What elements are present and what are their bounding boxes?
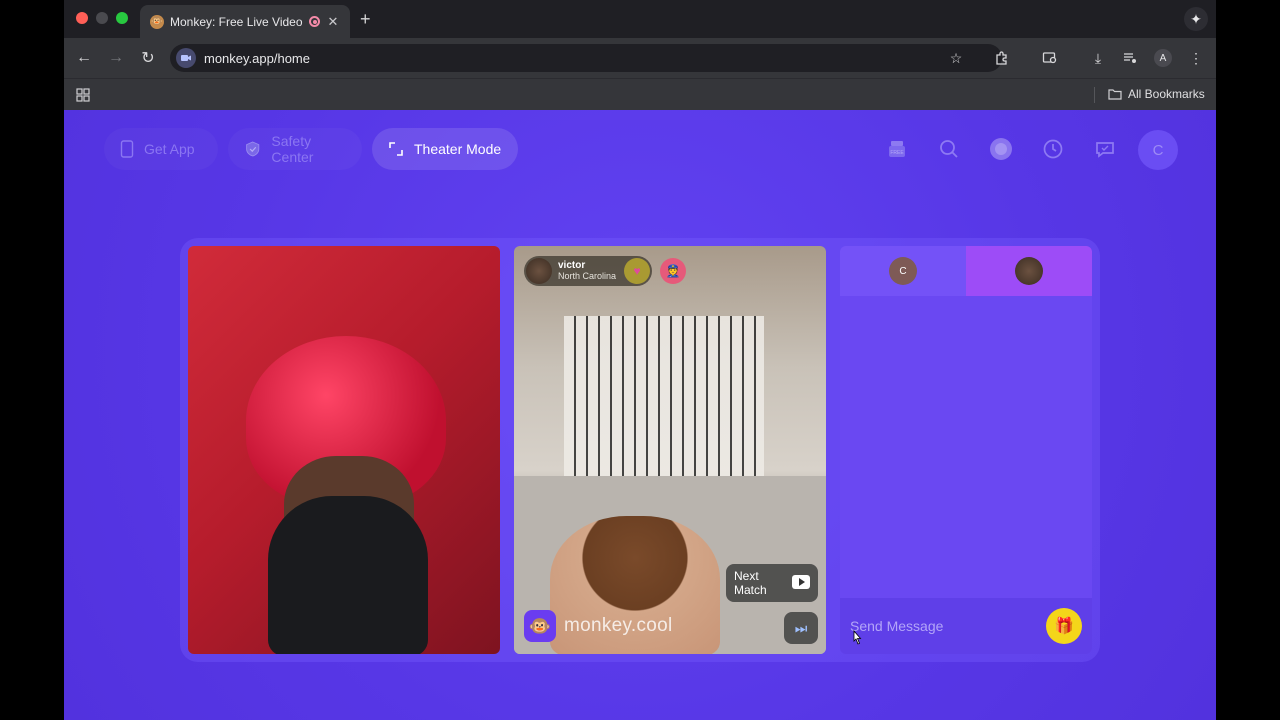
url-text: monkey.app/home [204,50,310,66]
extensions-icon[interactable] [992,48,1012,68]
self-video-mask [268,496,428,654]
remote-user-tag[interactable]: victor North Carolina ♥ [524,256,652,286]
all-bookmarks-label: All Bookmarks [1128,87,1205,101]
more-menu-icon[interactable]: ⋮ [1186,48,1206,68]
monkey-logo-icon: 🐵 [524,610,556,642]
heart-icon[interactable]: ♥ [624,258,650,284]
globe-avatar-icon[interactable] [988,136,1014,162]
monkey-favicon-icon: 🐵 [150,14,164,29]
profile-avatar[interactable]: C [1138,130,1178,170]
shield-icon [246,141,260,157]
remote-user-location: North Carolina [558,271,617,281]
all-bookmarks-button[interactable]: All Bookmarks [1108,87,1205,101]
new-tab-button[interactable]: + [360,9,371,30]
media-control-icon[interactable] [1120,48,1140,68]
send-message-input[interactable] [850,611,1046,641]
self-video-feed [188,246,500,654]
address-bar[interactable]: monkey.app/home [170,44,1002,72]
safety-center-label: Safety Center [271,133,314,165]
gift-icon[interactable]: 🎁 [1046,608,1082,644]
theater-mode-button[interactable]: Theater Mode [372,128,518,170]
next-match-tooltip: Next Match [726,564,818,602]
monkey-watermark: 🐵 monkey.cool [524,610,673,642]
gemini-sparkle-icon[interactable]: ✦ [1184,7,1208,31]
minimize-window-button[interactable] [96,12,108,24]
folder-icon [1108,89,1122,100]
camera-permission-icon[interactable] [176,48,196,68]
history-clock-icon[interactable] [1040,136,1066,162]
apps-grid-icon[interactable] [76,88,90,102]
free-gift-icon[interactable]: FREE [884,136,910,162]
play-icon [792,575,810,589]
maximize-window-button[interactable] [116,12,128,24]
browser-tab[interactable]: 🐵 Monkey: Free Live Video C ✕ [140,5,350,38]
report-police-icon[interactable]: 👮 [660,258,686,284]
recording-icon [309,16,320,27]
close-tab-icon[interactable]: ✕ [326,14,340,30]
chat-tab-me[interactable]: C [840,246,966,296]
close-window-button[interactable] [76,12,88,24]
bookmarks-divider [1094,87,1095,103]
next-match-label: Next Match [734,569,767,597]
browser-profile-avatar[interactable]: A [1154,49,1172,67]
bookmarks-bar: All Bookmarks [64,78,1216,110]
next-match-button[interactable]: ⏭ [784,612,818,644]
remote-user-name: victor [558,260,586,271]
theater-mode-label: Theater Mode [414,141,502,157]
get-app-button[interactable]: Get App [104,128,218,170]
browser-window: 🐵 Monkey: Free Live Video C ✕ + ✦ ← → ↻ … [64,0,1216,720]
messages-chat-icon[interactable] [1092,136,1118,162]
bookmark-star-icon[interactable]: ☆ [946,48,966,68]
download-icon[interactable]: ⤓ [1088,48,1108,68]
phone-icon [120,140,134,158]
get-app-label: Get App [144,141,195,157]
remote-video-curtains [564,316,764,476]
forward-arrow-icon[interactable]: → [104,46,128,70]
tab-search-icon[interactable] [1040,48,1060,68]
monkey-page: Get App Safety Center Theater Mode FREE … [64,110,1216,720]
chat-input-area: 🎁 [840,598,1092,654]
browser-toolbar: ← → ↻ monkey.app/home ☆ ⤓ A ⋮ [64,38,1216,78]
back-arrow-icon[interactable]: ← [72,46,96,70]
chat-participants: C [840,246,1092,296]
remote-user-avatar [526,258,552,284]
reload-icon[interactable]: ↻ [136,46,160,70]
svg-text:FREE: FREE [890,150,904,156]
tab-title: Monkey: Free Live Video C [170,14,303,29]
video-stage: victor North Carolina ♥ 👮 Next Match ⏭ 🐵… [180,238,1100,662]
expand-icon [389,142,403,156]
watermark-text: monkey.cool [564,615,673,636]
remote-avatar [1015,257,1043,285]
remote-video-feed: victor North Carolina ♥ 👮 Next Match ⏭ 🐵… [514,246,826,654]
my-avatar: C [889,257,917,285]
chat-panel: C 🎁 [840,246,1092,654]
safety-center-button[interactable]: Safety Center [228,128,362,170]
mouse-cursor-icon [853,630,862,645]
search-icon[interactable] [936,136,962,162]
chat-tab-remote[interactable] [966,246,1092,296]
title-bar: 🐵 Monkey: Free Live Video C ✕ + ✦ [64,0,1216,38]
